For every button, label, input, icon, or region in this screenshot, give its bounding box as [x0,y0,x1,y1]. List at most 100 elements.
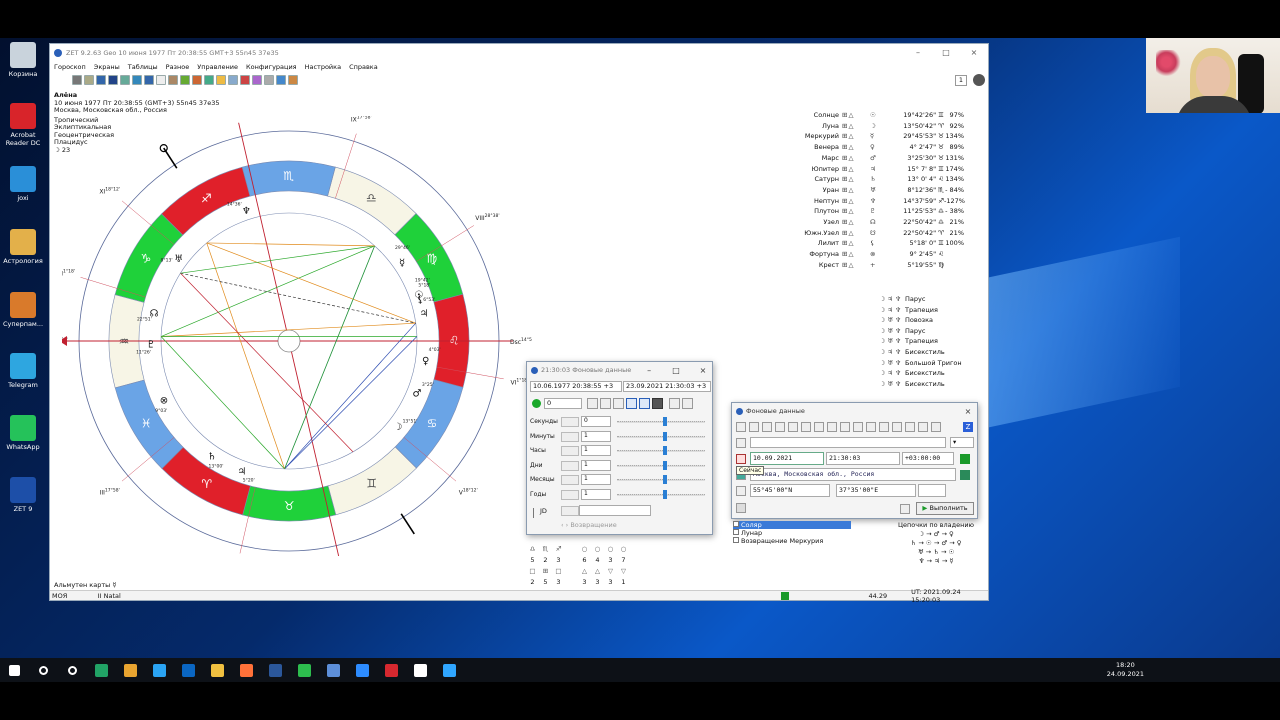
aspect-figure-row[interactable]: ☽ ♃ ♆ Бисекстиль [865,347,962,358]
slider-track[interactable] [617,435,705,438]
slider-thumb[interactable] [663,475,667,484]
taskbar-clock[interactable]: 18:20 24.09.2021 [1107,661,1144,679]
from-datetime-field[interactable]: 10.06.1977 20:38:55 +3 [530,381,622,392]
toolbar-button-icon[interactable] [264,75,274,85]
toolbar-button-icon[interactable] [216,75,226,85]
menu-item[interactable]: Справка [349,63,378,71]
taskbar-app[interactable] [87,658,116,682]
name-dropdown[interactable]: ▾ [950,437,974,448]
slider-track[interactable] [617,450,705,452]
dialog2-tool-icon[interactable] [814,422,824,432]
toolbar-button-icon[interactable] [228,75,238,85]
taskbar-app[interactable] [406,658,435,682]
natal-chart-wheel[interactable]: ♈♉♊♋♌♍♎♏♐♑♒♓Asc14°54'Dsc14°54'MC22°60'IC… [62,116,532,556]
step-value-field[interactable]: 1 [581,488,611,500]
step-value-field[interactable]: 1 [581,474,611,485]
toolbar-button-icon[interactable] [96,75,106,85]
aspect-figure-row[interactable]: ☽ ♅ ♆ Большой Тригон [865,358,961,369]
settings-ring-icon[interactable] [973,74,985,86]
dialog2-tool-icon[interactable] [905,422,915,432]
menu-item[interactable]: Гороскоп [54,63,86,71]
run-indicator-icon[interactable] [532,399,541,408]
toolbar-button-icon[interactable] [108,75,118,85]
latitude-field[interactable]: 55°45'00"N [750,484,830,497]
dialog2-tool-icon[interactable] [931,422,941,432]
step-field[interactable]: 0 [544,398,582,409]
dialog1-maximize-icon[interactable]: □ [667,366,685,375]
jd-arrows[interactable] [561,506,579,516]
taskbar-app[interactable] [174,658,203,682]
menu-item[interactable]: Управление [197,63,238,71]
dialog1-close-icon[interactable]: × [694,366,712,375]
step-value-field[interactable]: 1 [581,459,611,471]
time-field[interactable]: 21:30:03 [826,452,900,465]
maximize-icon[interactable]: □ [932,48,960,57]
taskbar-app[interactable] [261,658,290,682]
desktop-icon[interactable]: Telegram [2,353,44,389]
grid-icon[interactable] [626,398,637,409]
next-icon[interactable] [682,398,693,409]
toolbar-button-icon[interactable] [204,75,214,85]
toolbar-button-icon[interactable] [120,75,130,85]
step-value-field[interactable]: 0 [581,416,611,427]
desktop-icon[interactable]: Суперпам... [2,292,44,328]
dialog2-tool-icon[interactable] [775,422,785,432]
return-type-list[interactable]: Соляр Лунар Возвращение Меркурия [733,521,851,545]
list-item[interactable]: Соляр [733,521,851,529]
toolbar-button-icon[interactable] [276,75,286,85]
dialog2-close-icon[interactable]: × [959,407,977,416]
slider-track[interactable] [617,464,705,467]
now-button-icon[interactable] [736,454,746,464]
altitude-field[interactable] [918,484,946,497]
map-icon[interactable] [960,470,970,480]
toolbar-button-icon[interactable] [72,75,82,85]
taskbar-app[interactable] [435,658,464,682]
toolbar-button-icon[interactable] [84,75,94,85]
list-checkbox[interactable] [733,537,739,543]
step-arrows[interactable] [561,475,579,485]
list-item[interactable]: Возвращение Меркурия [733,537,851,545]
to-datetime-field[interactable]: 23.09.2021 21:30:03 +3 [623,381,711,392]
taskbar-app[interactable] [145,658,174,682]
step-arrows[interactable] [561,489,579,500]
desktop-icon[interactable]: Корзина [2,42,44,78]
slider-thumb[interactable] [663,446,667,455]
z-icon[interactable]: Z [963,422,973,432]
execute-button[interactable]: ▶ Выполнить [916,502,974,515]
taskbar-app[interactable] [319,658,348,682]
menu-item[interactable]: Экраны [94,63,120,71]
copy-icon[interactable] [900,504,910,514]
taskbar-app[interactable] [232,658,261,682]
taskbar-app[interactable] [203,658,232,682]
list-item[interactable]: Лунар [733,529,851,537]
toolbar-button-icon[interactable] [252,75,262,85]
save-icon[interactable] [652,398,663,409]
slider-thumb[interactable] [663,417,667,426]
taskbar-app[interactable] [58,658,87,682]
aspect-figure-row[interactable]: ☽ ♃ ♆ Бисекстиль [865,368,962,379]
slider-thumb[interactable] [663,431,667,441]
toolbar-button-icon[interactable] [168,75,178,85]
name-field[interactable] [750,437,946,448]
close-icon[interactable]: × [960,48,988,57]
swap-icon[interactable] [587,398,598,409]
slider-track[interactable] [617,421,705,423]
slider-thumb[interactable] [663,489,667,499]
aspect-figure-row[interactable]: ☽ ♃ ♆ Парус [865,294,962,305]
dialog2-tool-icon[interactable] [853,422,863,432]
list-checkbox[interactable] [733,529,739,535]
dialog1-minimize-icon[interactable]: – [640,366,658,375]
longitude-field[interactable]: 37°35'00"E [836,484,916,497]
desktop-icon[interactable]: Астрология [2,229,44,265]
aspect-figure-row[interactable]: ☽ ♅ ♆ Трапеция [865,336,962,347]
toolbar-button-icon[interactable] [132,75,142,85]
start-button[interactable] [0,658,29,682]
step-arrows[interactable] [561,446,579,456]
toolbar-button-icon[interactable] [288,75,298,85]
settings-icon[interactable] [736,503,746,513]
taskbar-app[interactable] [348,658,377,682]
step-arrows[interactable] [561,460,579,471]
taskbar-app[interactable] [377,658,406,682]
aspect-figure-row[interactable]: ☽ ♃ ♆ Трапеция [865,305,962,316]
dialog2-tool-icon[interactable] [840,422,850,432]
